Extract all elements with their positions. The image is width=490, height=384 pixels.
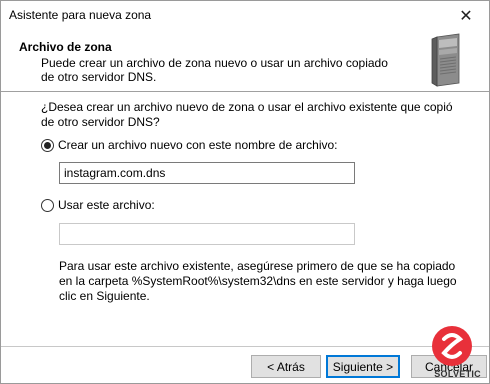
radio-existing-file[interactable]: Usar este archivo: <box>41 198 155 212</box>
title-bar: Asistente para nueva zona ✕ <box>1 1 489 31</box>
window-title: Asistente para nueva zona <box>9 8 152 22</box>
radio-existing-file-label: Usar este archivo: <box>58 198 155 212</box>
close-icon: ✕ <box>459 8 473 25</box>
wizard-header: Archivo de zona Puede crear un archivo d… <box>1 31 489 92</box>
watermark-text: SOLVETIC <box>434 369 481 379</box>
wizard-footer: < Atrás Siguiente > Cancelar <box>1 346 489 383</box>
radio-existing-file-indicator[interactable] <box>41 198 54 212</box>
page-title: Archivo de zona <box>19 40 112 54</box>
next-button[interactable]: Siguiente > <box>326 355 400 378</box>
new-file-name-input[interactable] <box>59 162 355 184</box>
radio-new-file-label: Crear un archivo nuevo con este nombre d… <box>58 138 338 152</box>
wizard-body: ¿Desea crear un archivo nuevo de zona o … <box>1 92 489 346</box>
server-icon <box>431 33 460 87</box>
question-text: ¿Desea crear un archivo nuevo de zona o … <box>41 100 453 129</box>
radio-new-file[interactable]: Crear un archivo nuevo con este nombre d… <box>41 138 338 152</box>
existing-file-input[interactable] <box>59 223 355 245</box>
close-button[interactable]: ✕ <box>443 1 489 31</box>
radio-new-file-indicator[interactable] <box>41 138 54 152</box>
wizard-window: Asistente para nueva zona ✕ Archivo de z… <box>0 0 490 384</box>
page-subtitle: Puede crear un archivo de zona nuevo o u… <box>41 56 388 84</box>
back-button[interactable]: < Atrás <box>251 355 321 378</box>
note-text: Para usar este archivo existente, asegúr… <box>59 259 457 303</box>
